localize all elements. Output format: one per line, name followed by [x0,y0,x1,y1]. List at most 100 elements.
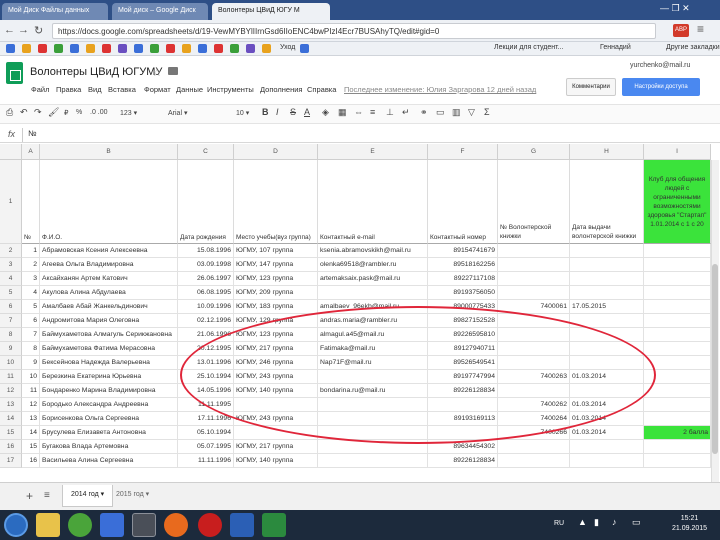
cell-phone[interactable] [428,398,498,412]
cell-university[interactable]: ЮГМУ, 107 группа [234,244,318,258]
app-icon[interactable] [100,513,124,537]
header-cell-num[interactable]: № [22,160,40,244]
cell-dob[interactable]: 17.11.1996 [178,412,234,426]
menu-insert[interactable]: Вставка [108,85,136,94]
menu-tools[interactable]: Инструменты [207,85,254,94]
cell-book-date[interactable] [570,440,644,454]
cell-university[interactable]: ЮГМУ, 147 группа [234,258,318,272]
bookmark-gennady[interactable]: Геннадий [600,44,631,51]
cell-fio[interactable]: Баймухаметова Алмагуль Серикжановна [40,328,178,342]
menu-file[interactable]: Файл [31,85,49,94]
row-header[interactable]: 2 [0,244,22,258]
scrollbar-thumb[interactable] [712,264,718,454]
cell-book-date[interactable] [570,258,644,272]
firefox-icon[interactable] [164,513,188,537]
cell-university[interactable] [234,426,318,440]
row-header[interactable]: 4 [0,272,22,286]
cell-email[interactable]: andras.maria@rambler.ru [318,314,428,328]
cell-club[interactable] [644,384,711,398]
cell-club[interactable] [644,412,711,426]
reload-icon[interactable]: ↻ [34,24,43,37]
cell-book-date[interactable]: 01.03.2014 [570,398,644,412]
cell-dob[interactable]: 20.12.1995 [178,342,234,356]
cell-num[interactable]: 3 [22,272,40,286]
filter-icon[interactable]: ▽ [468,107,475,118]
cell-dob[interactable]: 15.08.1996 [178,244,234,258]
bookmark-icon[interactable] [38,44,47,53]
currency-button[interactable]: ₽ [64,109,68,117]
cell-phone[interactable]: 89634454302 [428,440,498,454]
cell-book-number[interactable] [498,286,570,300]
formula-input[interactable]: № [28,129,37,138]
cell-book-number[interactable] [498,454,570,468]
cell-club[interactable] [644,300,711,314]
row-header[interactable]: 3 [0,258,22,272]
browser-tab-2[interactable]: Мой диск – Google Диск [112,3,208,20]
header-cell-fio[interactable]: Ф.И.О. [40,160,178,244]
cell-club[interactable] [644,244,711,258]
print-icon[interactable]: ⎙ [6,107,13,118]
cell-club[interactable] [644,258,711,272]
cell-phone[interactable]: 89226128834 [428,384,498,398]
cell-club[interactable] [644,454,711,468]
cell-university[interactable]: ЮГМУ, 123 группа [234,328,318,342]
cell-club[interactable] [644,342,711,356]
cell-university[interactable]: ЮГМУ, 129 группа [234,314,318,328]
cell-num[interactable]: 5 [22,300,40,314]
italic-button[interactable]: I [276,107,279,117]
cell-book-date[interactable] [570,244,644,258]
cell-dob[interactable]: 25.10.1994 [178,370,234,384]
battery-icon[interactable]: ▭ [632,517,641,528]
fill-color-icon[interactable]: ◈ [322,107,329,118]
row-header[interactable]: 17 [0,454,22,468]
cell-book-date[interactable] [570,454,644,468]
cell-club[interactable] [644,398,711,412]
header-cell-dob[interactable]: Дата рождения [178,160,234,244]
cell-dob[interactable]: 10.09.1996 [178,300,234,314]
cell-fio[interactable]: Бексейнова Надежда Валерьевна [40,356,178,370]
file-explorer-icon[interactable] [36,513,60,537]
cell-dob[interactable]: 13.01.1996 [178,356,234,370]
column-header-a[interactable]: A [22,144,40,160]
cell-dob[interactable]: 26.06.1997 [178,272,234,286]
cell-book-number[interactable]: 7400264 [498,412,570,426]
cell-phone[interactable]: 89193169113 [428,412,498,426]
link-icon[interactable]: ⚭ [420,107,428,118]
cell-book-number[interactable] [498,356,570,370]
column-header-d[interactable]: D [234,144,318,160]
bookmark-icon[interactable] [300,44,309,53]
cell-university[interactable]: ЮГМУ, 123 группа [234,272,318,286]
all-sheets-icon[interactable]: ≡ [44,490,50,501]
cell-club[interactable] [644,314,711,328]
cell-dob[interactable]: 14.05.1996 [178,384,234,398]
browser-tab-active[interactable]: Волонтеры ЦВиД ЮГУ М [212,3,330,20]
cell-fio[interactable]: Абрамовская Ксения Алексеевна [40,244,178,258]
percent-button[interactable]: % [76,109,82,116]
start-button-icon[interactable] [4,513,28,537]
column-header-g[interactable]: G [498,144,570,160]
comment-icon[interactable]: ▭ [436,107,445,118]
cell-book-number[interactable] [498,384,570,398]
cell-email[interactable] [318,286,428,300]
cell-club[interactable]: 2 балла [644,426,711,440]
volume-icon[interactable]: ♪ [612,517,617,527]
cell-book-date[interactable] [570,314,644,328]
bookmark-icon[interactable] [86,44,95,53]
cell-phone[interactable]: 89827152528 [428,314,498,328]
cell-email[interactable]: Fatimaka@mail.ru [318,342,428,356]
row-header[interactable]: 15 [0,426,22,440]
cell-phone[interactable] [428,426,498,440]
cell-num[interactable]: 12 [22,398,40,412]
cell-dob[interactable]: 03.09.1998 [178,258,234,272]
chart-icon[interactable]: ▥ [452,107,461,118]
cell-club[interactable] [644,440,711,454]
cell-university[interactable]: ЮГМУ, 243 группа [234,412,318,426]
bookmark-icon[interactable] [214,44,223,53]
chrome-icon[interactable] [132,513,156,537]
row-header[interactable]: 13 [0,398,22,412]
redo-icon[interactable]: ↷ [34,107,42,118]
cell-email[interactable] [318,398,428,412]
cell-book-date[interactable]: 01.03.2014 [570,370,644,384]
header-cell-book-date[interactable]: Дата выдачи волонтерской книжки [570,160,644,244]
cell-book-date[interactable]: 17.05.2015 [570,300,644,314]
